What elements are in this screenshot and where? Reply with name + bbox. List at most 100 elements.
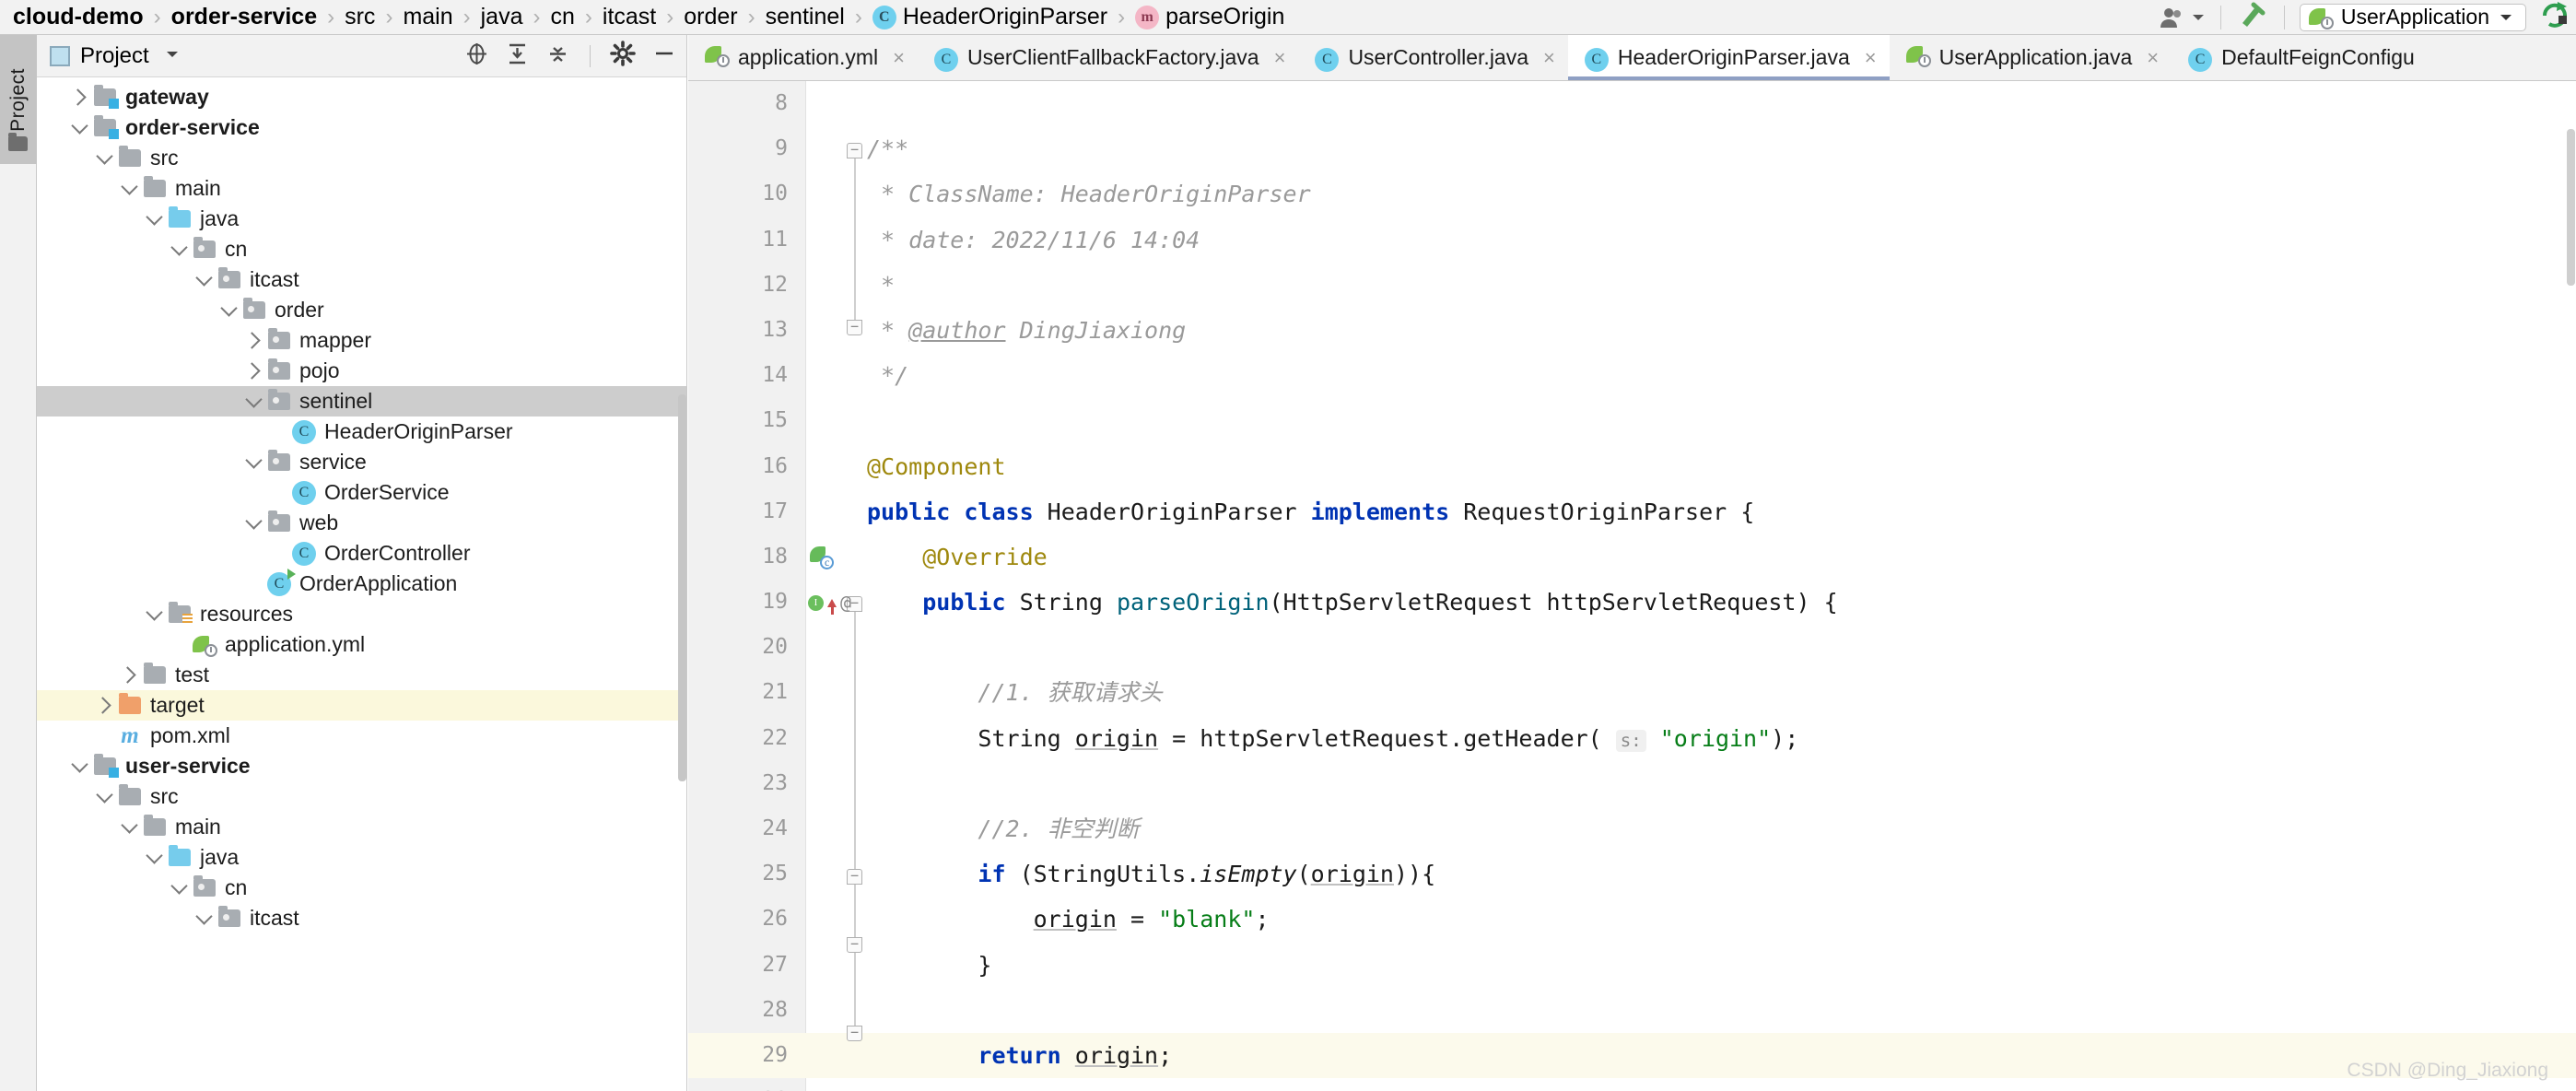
tree-node-ordercontroller[interactable]: C OrderController [37, 538, 686, 569]
close-icon[interactable]: × [893, 46, 905, 70]
breadcrumb-item-cloud-demo[interactable]: cloud-demo [13, 6, 144, 29]
tree-node-src[interactable]: src [37, 781, 686, 812]
code-line[interactable]: 10 * ClassName: HeaderOriginParser [688, 171, 2576, 217]
chevron-down-icon[interactable] [117, 177, 141, 195]
code-line[interactable]: 26 origin = "blank"; [688, 897, 2576, 942]
chevron-down-icon[interactable] [67, 755, 91, 773]
tree-node-pom-xml[interactable]: m pom.xml [37, 721, 686, 751]
chevron-down-icon[interactable] [192, 268, 216, 287]
code-line[interactable]: 13 * @author DingJiaxiong [688, 308, 2576, 353]
breadcrumb-item-headeroriginparser[interactable]: C HeaderOriginParser [872, 5, 1107, 29]
tree-node-resources[interactable]: resources [37, 599, 686, 629]
code-line[interactable]: 22 String origin = httpServletRequest.ge… [688, 716, 2576, 761]
editor-tab-usercontroller-java[interactable]: C UserController.java × [1298, 35, 1567, 80]
breadcrumb-item-main[interactable]: main [403, 6, 452, 29]
tree-node-itcast[interactable]: itcast [37, 264, 686, 295]
chevron-right-icon[interactable] [92, 697, 116, 714]
chevron-down-icon[interactable] [92, 147, 116, 165]
tree-node-web[interactable]: web [37, 508, 686, 538]
expand-all-icon[interactable] [505, 41, 530, 71]
tree-node-pojo[interactable]: pojo [37, 356, 686, 386]
tree-node-target[interactable]: target [37, 690, 686, 721]
run-configuration-selector[interactable]: UserApplication [2299, 3, 2526, 31]
breadcrumb-item-src[interactable]: src [345, 6, 375, 29]
close-icon[interactable]: × [2147, 46, 2159, 70]
tree-node-gateway[interactable]: gateway [37, 82, 686, 112]
breadcrumb-item-cn[interactable]: cn [551, 6, 575, 29]
code-line[interactable]: 21 //1. 获取请求头 [688, 670, 2576, 715]
chevron-down-icon[interactable] [142, 846, 166, 864]
chevron-right-icon[interactable] [67, 88, 91, 106]
code-line[interactable]: 30 } [688, 1078, 2576, 1091]
tree-node-java[interactable]: java [37, 204, 686, 234]
code-line[interactable]: 28 [688, 988, 2576, 1033]
chevron-down-icon[interactable] [241, 511, 265, 530]
rerun-icon[interactable] [2539, 0, 2570, 34]
code-editor[interactable]: 8 9/** 10 * ClassName: HeaderOriginParser 1… [688, 81, 2576, 1091]
tree-node-user-service[interactable]: user-service [37, 751, 686, 781]
tree-node-order-service[interactable]: order-service [37, 112, 686, 143]
chevron-down-icon[interactable] [163, 48, 181, 65]
user-profile-icon[interactable] [2159, 6, 2206, 29]
tree-node-mapper[interactable]: mapper [37, 325, 686, 356]
code-line[interactable]: 18 @Override [688, 534, 2576, 580]
code-line[interactable]: 25 if (StringUtils.isEmpty(origin)){ [688, 851, 2576, 897]
close-icon[interactable]: × [1865, 46, 1877, 70]
tree-node-main[interactable]: main [37, 812, 686, 842]
editor-scrollbar[interactable] [2567, 129, 2575, 286]
code-line[interactable]: 14 */ [688, 353, 2576, 398]
chevron-down-icon[interactable] [167, 876, 191, 895]
chevron-down-icon[interactable] [142, 603, 166, 621]
fold-marker-if-start[interactable]: − [847, 869, 862, 885]
code-line[interactable]: 11 * date: 2022/11/6 14:04 [688, 217, 2576, 263]
close-icon[interactable]: × [1543, 46, 1555, 70]
tree-node-src[interactable]: src [37, 143, 686, 173]
tree-node-cn[interactable]: cn [37, 234, 686, 264]
settings-gear-icon[interactable] [610, 41, 636, 71]
breadcrumb-item-itcast[interactable]: itcast [603, 6, 656, 29]
code-line[interactable]: 12 * [688, 263, 2576, 308]
tree-node-headeroriginparser[interactable]: C HeaderOriginParser [37, 416, 686, 447]
tree-node-orderapplication[interactable]: C OrderApplication [37, 568, 686, 599]
chevron-down-icon[interactable] [67, 116, 91, 135]
breadcrumb-item-order[interactable]: order [684, 6, 737, 29]
code-line[interactable]: 16 @Component [688, 444, 2576, 489]
chevron-right-icon[interactable] [241, 332, 265, 349]
code-line[interactable]: 8 [688, 81, 2576, 126]
fold-marker-javadoc-end[interactable]: − [847, 320, 862, 335]
build-hammer-icon[interactable] [2236, 0, 2269, 34]
tree-node-test[interactable]: test [37, 660, 686, 690]
tree-node-service[interactable]: service [37, 447, 686, 477]
editor-tab-application-yml[interactable]: application.yml × [688, 35, 918, 80]
chevron-down-icon[interactable] [92, 785, 116, 804]
editor-tab-userclientfallbackfactory-java[interactable]: C UserClientFallbackFactory.java × [918, 35, 1298, 80]
tree-node-sentinel[interactable]: sentinel [37, 386, 686, 416]
close-icon[interactable]: × [1274, 46, 1286, 70]
chevron-down-icon[interactable] [117, 815, 141, 834]
code-line[interactable]: 17 public class HeaderOriginParser implem… [688, 489, 2576, 534]
breadcrumb-item-parseorigin[interactable]: m parseOrigin [1135, 5, 1284, 29]
fold-marker-if-end[interactable]: − [847, 937, 862, 953]
tree-node-main[interactable]: main [37, 173, 686, 204]
tree-node-itcast[interactable]: itcast [37, 903, 686, 933]
collapse-all-icon[interactable] [545, 41, 570, 71]
intention-bulb-icon[interactable] [812, 1045, 832, 1067]
breadcrumb-item-order-service[interactable]: order-service [171, 6, 317, 29]
breadcrumb-item-java[interactable]: java [481, 6, 523, 29]
fold-marker-method-end[interactable]: − [847, 1026, 862, 1041]
locate-icon[interactable] [464, 41, 489, 71]
code-line[interactable]: 27 } [688, 943, 2576, 988]
code-line[interactable]: 9 /** [688, 126, 2576, 171]
code-line[interactable]: 20 [688, 625, 2576, 670]
chevron-right-icon[interactable] [241, 362, 265, 380]
chevron-down-icon[interactable] [241, 390, 265, 408]
tree-node-orderservice[interactable]: C OrderService [37, 477, 686, 508]
tree-node-order[interactable]: order [37, 295, 686, 325]
tree-node-application-yml[interactable]: application.yml [37, 629, 686, 660]
chevron-down-icon[interactable] [217, 299, 240, 317]
code-line[interactable]: 23 [688, 761, 2576, 806]
chevron-down-icon[interactable] [241, 451, 265, 469]
override-marker-icon[interactable]: I @ [808, 590, 860, 616]
editor-tab-headeroriginparser-java[interactable]: C HeaderOriginParser.java × [1567, 35, 1890, 80]
tree-node-cn[interactable]: cn [37, 873, 686, 903]
